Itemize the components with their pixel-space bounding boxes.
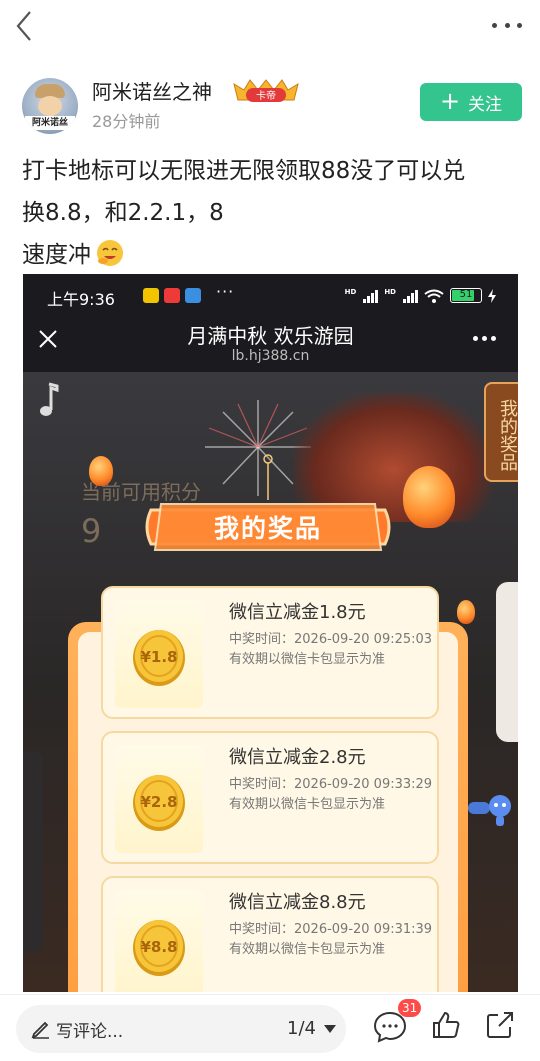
charging-icon (488, 288, 496, 303)
prize-time: 中奖时间：2026-09-20 09:33:29 (229, 777, 433, 792)
avatar[interactable]: 阿米诺丝 (22, 78, 78, 134)
battery-icon: 51 (450, 288, 482, 303)
modal-header-banner (145, 503, 391, 551)
share-icon[interactable] (484, 1009, 516, 1041)
avatar-caption: 阿米诺丝 (25, 116, 75, 130)
side-my-prizes-button[interactable]: 我的奖品 (484, 382, 518, 482)
coin-image: ¥8.8 (115, 890, 203, 992)
lantern-decoration (89, 456, 113, 486)
prize-time: 中奖时间：2026-09-20 09:25:03 (229, 632, 433, 647)
coin-amount: ¥2.8 (140, 793, 177, 811)
signal-icon (363, 289, 379, 303)
lantern-decoration (457, 600, 475, 624)
status-more: ··· (216, 282, 235, 301)
browser-bar: 月满中秋 欢乐游园 lb.hj388.cn (23, 318, 518, 372)
page-title: 月满中秋 欢乐游园 (187, 324, 354, 348)
prize-title: 微信立减金8.8元 (229, 892, 366, 913)
prize-card[interactable]: ¥2.8 微信立减金2.8元 中奖时间：2026-09-20 09:33:29 … (101, 731, 439, 864)
status-right-group: HD HD 51 (345, 288, 496, 303)
pencil-icon (31, 1021, 49, 1039)
more-icon[interactable] (473, 336, 496, 341)
hanging-hook-decoration (263, 454, 273, 500)
image-page-indicator[interactable]: 1/4 (287, 1018, 316, 1039)
post-image[interactable]: 上午9:36 ··· HD HD 51 月满中秋 欢乐游园 lb.hj388.c… (23, 274, 518, 992)
emoji-icon (97, 240, 123, 266)
status-time: 上午9:36 (47, 290, 115, 309)
follow-label: 关注 (468, 94, 503, 115)
comment-count-badge: 31 (398, 999, 422, 1017)
top-bar (0, 0, 540, 56)
coin-amount: ¥8.8 (140, 938, 177, 956)
coin-icon: ¥8.8 (133, 920, 185, 976)
back-icon[interactable] (10, 8, 40, 44)
post-time: 28分钟前 (92, 112, 161, 131)
prize-card[interactable]: ¥8.8 微信立减金8.8元 中奖时间：2026-09-20 09:31:39 … (101, 876, 439, 992)
coin-image: ¥1.8 (115, 600, 203, 708)
badge-text: 卡帝 (256, 89, 276, 102)
status-app-icons (143, 288, 201, 303)
chevron-down-icon[interactable] (324, 1025, 336, 1033)
follow-button[interactable]: + 关注 (420, 83, 522, 121)
points-value: 9 (81, 512, 102, 550)
prize-title: 微信立减金1.8元 (229, 602, 366, 623)
lantern-decoration (403, 466, 455, 528)
prize-time: 中奖时间：2026-09-20 09:31:39 (229, 922, 433, 937)
side-panel-right (496, 582, 518, 742)
hd-label: HD (384, 288, 396, 296)
plus-icon: + (439, 87, 461, 115)
phone-status-bar: 上午9:36 ··· HD HD 51 (23, 274, 518, 318)
author-name[interactable]: 阿米诺丝之神 (92, 76, 212, 105)
post-text-line: 打卡地标可以无限进无限领取88没了可以兑 (22, 158, 466, 184)
thumbs-up-icon[interactable] (430, 1009, 462, 1041)
post-text-line: 换8.8，和2.2.1，8 (22, 200, 224, 226)
post-text-line3: 速度冲 (22, 242, 91, 268)
wifi-icon (424, 289, 444, 303)
prize-validity: 有效期以微信卡包显示为准 (229, 652, 386, 667)
music-icon[interactable] (37, 380, 65, 420)
coin-icon: ¥1.8 (133, 630, 185, 686)
page-url: lb.hj388.cn (231, 348, 310, 364)
helper-robot-icon[interactable] (466, 792, 514, 828)
prize-card[interactable]: ¥1.8 微信立减金1.8元 中奖时间：2026-09-20 09:25:03 … (101, 586, 439, 719)
hd-label: HD (344, 288, 357, 296)
coin-amount: ¥1.8 (140, 648, 177, 666)
side-panel-left (23, 752, 43, 952)
battery-level: 51 (459, 289, 473, 300)
prize-validity: 有效期以微信卡包显示为准 (229, 942, 386, 957)
post-body: 打卡地标可以无限进无限领取88没了可以兑 换8.8，和2.2.1，8 速度冲 (22, 150, 522, 276)
coin-image: ¥2.8 (115, 745, 203, 853)
comment-input[interactable]: 写评论... 1/4 (16, 1005, 346, 1053)
post-text-line: 速度冲 (22, 234, 522, 276)
signal-icon (403, 289, 418, 303)
badge-crown-icon: 卡帝 (233, 79, 299, 102)
author-row: 阿米诺丝 阿米诺丝之神 卡帝 28分钟前 + 关注 (22, 76, 522, 136)
more-options-icon[interactable] (492, 20, 522, 30)
coin-icon: ¥2.8 (133, 775, 185, 831)
comment-placeholder: 写评论... (56, 1022, 124, 1042)
bottom-action-bar: 写评论... 1/4 31 (0, 994, 540, 1061)
prize-title: 微信立减金2.8元 (229, 747, 366, 768)
prize-validity: 有效期以微信卡包显示为准 (229, 797, 386, 812)
